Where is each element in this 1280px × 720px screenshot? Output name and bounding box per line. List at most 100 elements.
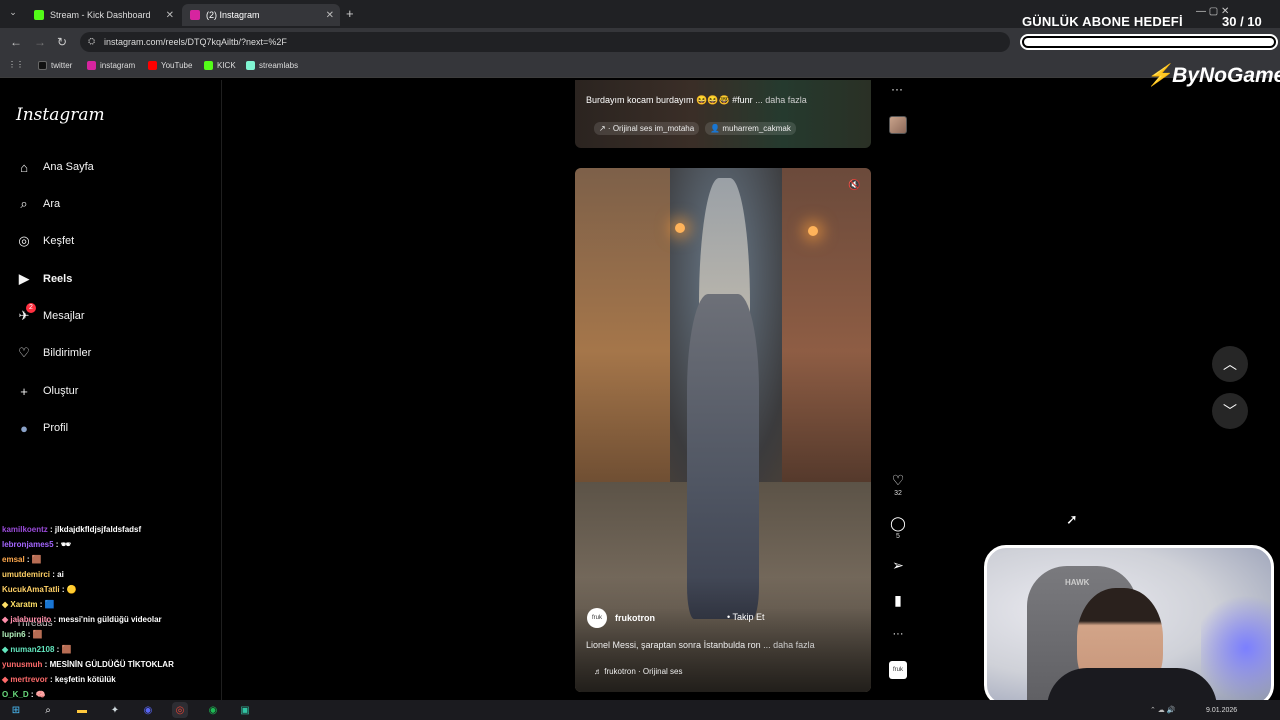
comment-button[interactable]: ◯ 5 [889, 515, 907, 540]
url-text: instagram.com/reels/DTQ7kqAiltb/?next=%2… [104, 37, 287, 47]
app-icon[interactable]: ✦ [107, 702, 123, 718]
bookmark-icon: ▮ [894, 592, 902, 608]
bookmark-twitter[interactable]: twitter [38, 61, 72, 70]
send-icon: ➢ [892, 557, 904, 573]
chat-text: 🟫 [61, 645, 72, 654]
close-icon[interactable]: ✕ [326, 10, 334, 21]
reel-caption[interactable]: Burdayım kocam burdayım 😆😆🤓 #funr ... da… [586, 95, 807, 106]
chat-username: kamilkoentz [2, 525, 48, 534]
reel-caption[interactable]: Lionel Messi, şaraptan sonra İstanbulda … [586, 640, 815, 650]
sidebar-item-notifications[interactable]: ♡ Bildirimler [16, 343, 91, 363]
sidebar-item-messages[interactable]: ✈ 2 Mesajlar [16, 303, 85, 326]
tagged-user-pill[interactable]: 👤 muharrem_cakmak [705, 121, 796, 135]
chat-text: keşfetin kötülük [54, 675, 116, 684]
bookmark-streamlabs[interactable]: streamlabs [246, 61, 298, 70]
instagram-logo-icon [87, 61, 96, 70]
bookmark-kick[interactable]: KICK [204, 61, 236, 70]
more-options-icon[interactable]: ··· [889, 626, 907, 642]
tab-label: (2) Instagram [206, 10, 260, 20]
more-options-icon[interactable]: ··· [891, 82, 903, 96]
sub-goal-progress-fill [1024, 38, 1274, 46]
sub-goal-title: GÜNLÜK ABONE HEDEFİ [1022, 14, 1183, 29]
windows-taskbar [0, 700, 1280, 720]
search-icon[interactable]: ⌕ [40, 702, 56, 718]
author-username[interactable]: frukotron [615, 613, 655, 623]
brand-name: ByNoGame [1172, 64, 1280, 87]
search-icon: ⌕ [20, 196, 28, 211]
forward-icon[interactable]: → [34, 35, 46, 49]
close-icon[interactable]: ✕ [166, 10, 174, 21]
bookmark-label: twitter [51, 61, 73, 70]
caption-text: Burdayım kocam burdayım 😆😆🤓 #funr [586, 95, 753, 105]
audio-thumbnail[interactable] [889, 116, 907, 134]
comment-count: 5 [896, 533, 900, 540]
audio-thumbnail[interactable]: fruk [889, 661, 907, 679]
tab-kick-dashboard[interactable]: Stream - Kick Dashboard ✕ [26, 4, 180, 26]
kick-logo-icon [204, 61, 213, 70]
sidebar-item-label: Bildirimler [43, 347, 92, 359]
plus-icon: + [20, 383, 28, 399]
spotify-glyph: ◉ [208, 704, 218, 716]
tab-instagram[interactable]: (2) Instagram ✕ [182, 4, 340, 26]
share-button[interactable]: ➢ [889, 557, 907, 573]
sidebar-item-explore[interactable]: ◎ Keşfet [16, 231, 74, 251]
sidebar-item-create[interactable]: + Oluştur [16, 381, 78, 401]
sidebar-item-reels[interactable]: ▶ Reels [16, 269, 72, 289]
more-link[interactable]: ... daha fazla [755, 95, 807, 105]
chrome-icon[interactable]: ◎ [172, 702, 188, 718]
chat-username: lupin6 [2, 630, 26, 639]
more-link[interactable]: ... daha fazla [763, 640, 815, 650]
like-count: 32 [894, 490, 902, 497]
sidebar-item-profile[interactable]: ● Profil [16, 418, 68, 438]
streamlabs-icon[interactable]: ▣ [237, 702, 253, 718]
bookmark-label: YouTube [161, 61, 193, 70]
chat-username: yunusmuh [2, 660, 43, 669]
discord-icon[interactable]: ◉ [140, 702, 156, 718]
audio-pill[interactable]: ↗ · Orijinal ses im_motaha [594, 121, 700, 135]
webcam-feed: HAWK [984, 545, 1274, 707]
sidebar-item-home[interactable]: ⌂ Ana Sayfa [16, 157, 94, 177]
reload-icon[interactable]: ↻ [57, 35, 67, 49]
video-frame-building [575, 168, 670, 535]
save-button[interactable]: ▮ [889, 592, 907, 608]
taskbar-date[interactable]: 9.01.2026 [1206, 707, 1237, 714]
chat-text: 🕶 [60, 540, 71, 549]
mute-icon[interactable]: 🔇 [848, 180, 860, 191]
instagram-logo[interactable]: Instagram [16, 105, 105, 125]
reel-previous[interactable] [575, 80, 871, 148]
apps-icon[interactable]: ⋮⋮ [8, 60, 24, 69]
spotify-icon[interactable]: ◉ [205, 702, 221, 718]
like-button[interactable]: ♡ 32 [889, 472, 907, 497]
scroll-up-button[interactable]: ︿ [1212, 346, 1248, 382]
chat-message: ◆ mertrevor : keşfetin kötülük [2, 675, 116, 684]
chat-message: ◆ Xaratm : 🟦 [2, 600, 55, 609]
site-info-icon[interactable]: ⛭ [88, 36, 95, 47]
bookmark-youtube[interactable]: YouTube [148, 61, 192, 70]
system-tray[interactable]: ⌃ ☁ 🔊 [1150, 706, 1175, 714]
chevron-down-icon[interactable]: ⌄ [6, 7, 20, 21]
address-bar[interactable]: ⛭ instagram.com/reels/DTQ7kqAiltb/?next=… [80, 32, 1010, 52]
tab-label: Stream - Kick Dashboard [50, 10, 151, 20]
chat-username: ◆ Xaratm [2, 600, 38, 609]
scroll-down-button[interactable]: ﹀ [1212, 393, 1248, 429]
chat-message: yunusmuh : MESİNİN GÜLDÜĞÜ TİKTOKLAR [2, 660, 174, 669]
author-avatar[interactable]: fruk [587, 608, 607, 628]
kick-favicon-icon [34, 10, 44, 20]
bookmark-instagram[interactable]: instagram [87, 61, 135, 70]
app-glyph: ✦ [110, 704, 120, 716]
back-icon[interactable]: ← [10, 35, 22, 49]
sub-goal-progress-bar [1020, 34, 1278, 50]
chat-message: umutdemirci : ai [2, 570, 64, 579]
bookmark-label: streamlabs [259, 61, 299, 70]
file-explorer-icon[interactable]: ▬ [74, 702, 90, 718]
follow-button[interactable]: • Takip Et [727, 612, 765, 622]
home-icon: ⌂ [20, 159, 28, 175]
windows-start-icon[interactable]: ⊞ [8, 702, 24, 718]
new-tab-button[interactable]: + [346, 6, 354, 21]
bookmark-label: instagram [100, 61, 136, 70]
chrome-glyph: ◎ [175, 704, 185, 716]
chat-text: 🟡 [66, 585, 77, 594]
sidebar-item-search[interactable]: ⌕ Ara [16, 194, 60, 214]
audio-link[interactable]: ♬ frukotron · Orijinal ses [594, 667, 682, 676]
chat-message: O_K_D : 🧠 [2, 690, 46, 699]
